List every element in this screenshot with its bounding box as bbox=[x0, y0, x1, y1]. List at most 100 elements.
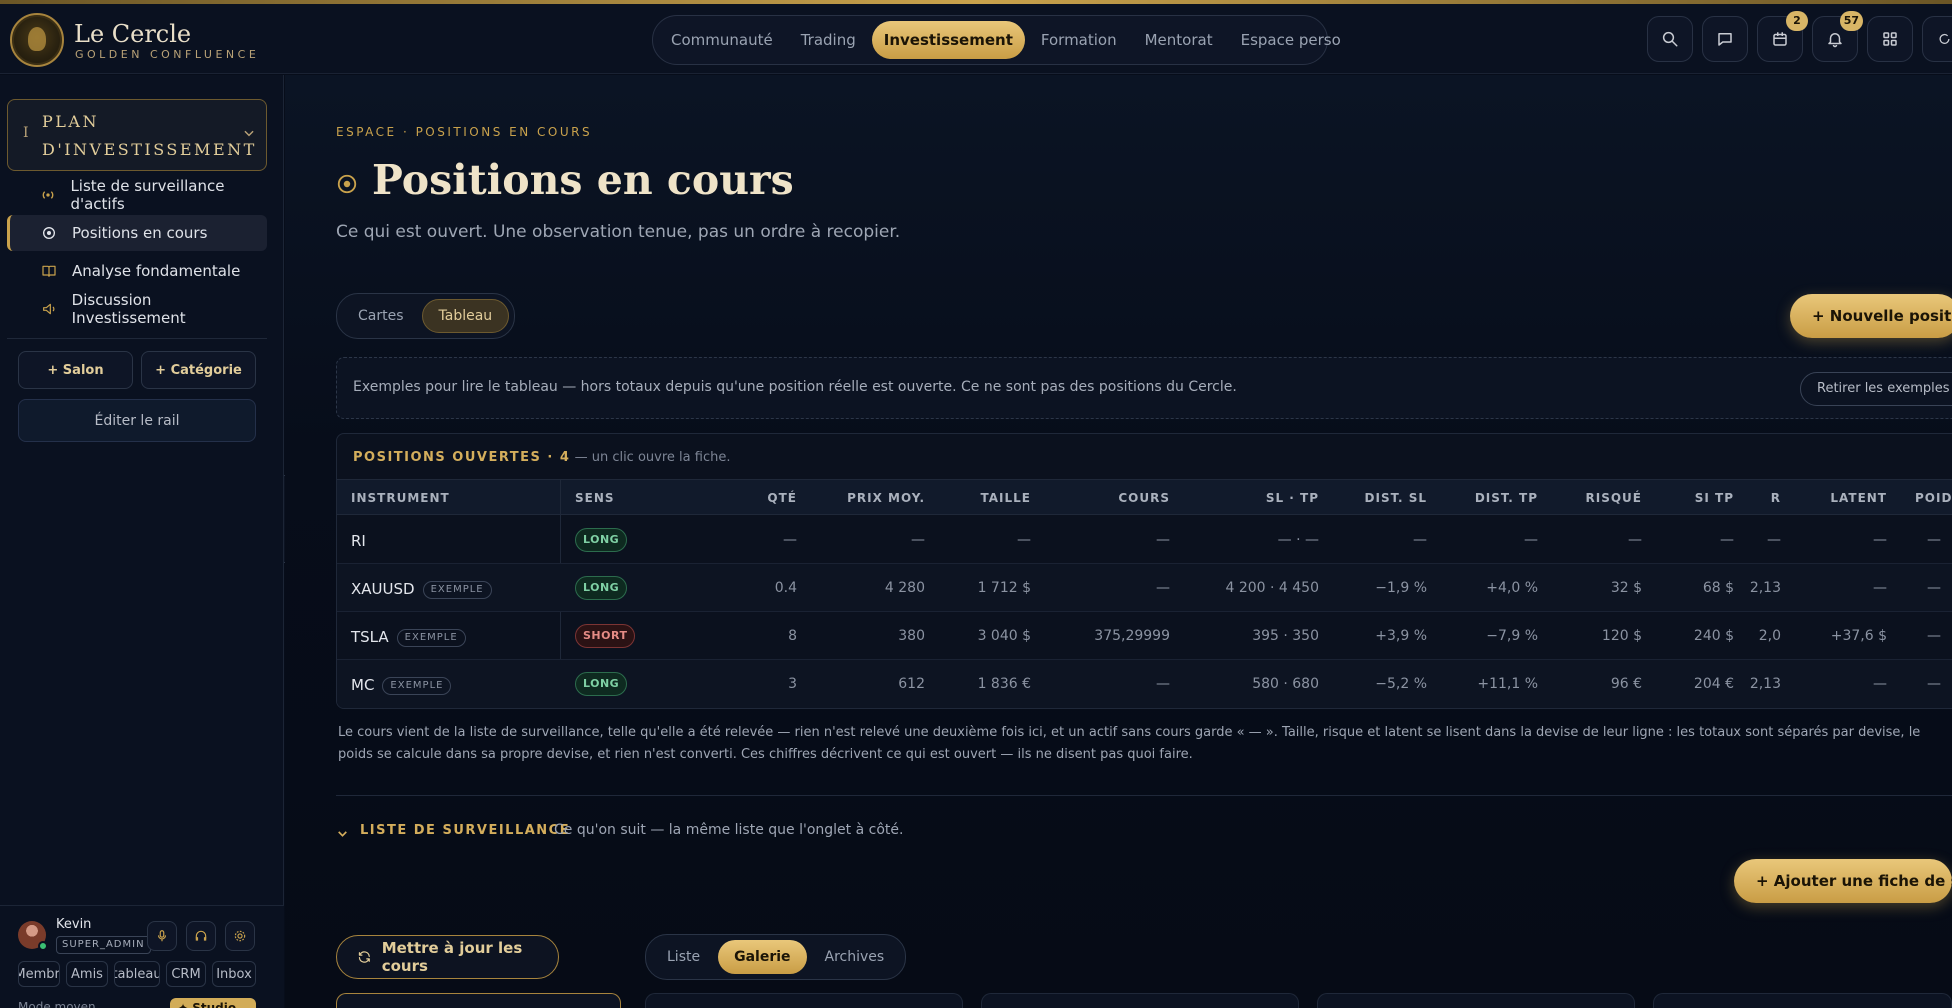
watchlist-title[interactable]: LISTE DE SURVEILLANCE bbox=[360, 823, 570, 838]
cell-cours: — bbox=[1156, 532, 1170, 548]
online-status-dot bbox=[38, 941, 48, 951]
direction-pill: LONG bbox=[575, 672, 628, 696]
watch-card[interactable] bbox=[981, 993, 1299, 1008]
cell-latent: — bbox=[1873, 676, 1887, 692]
cell-qte: — bbox=[783, 532, 797, 548]
column-header[interactable]: SENS bbox=[575, 491, 615, 505]
top-bar: Le Cercle GOLDEN CONFLUENCE Communauté T… bbox=[0, 4, 1952, 74]
tab-espace-perso[interactable]: Espace perso bbox=[1229, 21, 1353, 59]
column-header[interactable]: DIST. TP bbox=[1475, 491, 1538, 505]
watchlist-subtitle: Ce qu'on suit — la même liste que l'ongl… bbox=[554, 822, 904, 838]
sidebar-item-discussion[interactable]: Discussion Investissement bbox=[7, 291, 267, 327]
main-content: ESPACE · POSITIONS EN COURS Positions en… bbox=[285, 75, 1952, 1008]
cell-sltp: 4 200 · 4 450 bbox=[1225, 580, 1319, 596]
chip-inbox[interactable]: Inbox bbox=[212, 961, 256, 987]
column-header[interactable]: DIST. SL bbox=[1365, 491, 1427, 505]
watchlist-view-toggle: Liste Galerie Archives bbox=[645, 934, 907, 980]
notifications-button[interactable]: 57 bbox=[1812, 11, 1863, 62]
bell-icon bbox=[1828, 33, 1842, 48]
user-role-badge: SUPER_ADMIN bbox=[56, 936, 151, 954]
table-row[interactable]: MC EXEMPLE LONG 3 612 1 836 € — 580 · 680… bbox=[337, 660, 1952, 708]
refresh-button[interactable] bbox=[1922, 16, 1952, 62]
update-prices-label: Mettre à jour les cours bbox=[381, 939, 523, 975]
edit-rail-button[interactable]: Éditer le rail bbox=[18, 399, 256, 442]
page-subtitle: Ce qui est ouvert. Une observation tenue… bbox=[336, 222, 901, 242]
watch-card[interactable] bbox=[1317, 993, 1635, 1008]
add-watch-card-button[interactable]: + Ajouter une fiche de suivi bbox=[1734, 859, 1952, 903]
view-galerie[interactable]: Galerie bbox=[718, 940, 807, 974]
column-header[interactable]: POIDS bbox=[1915, 491, 1952, 505]
tab-investissement[interactable]: Investissement bbox=[871, 21, 1025, 59]
column-header[interactable]: PRIX MOY. bbox=[847, 491, 925, 505]
column-header[interactable]: LATENT bbox=[1830, 491, 1887, 505]
cell-si-tp: 68 $ bbox=[1702, 580, 1734, 596]
chip-membre[interactable]: Membre bbox=[18, 961, 60, 987]
cell-prix: — bbox=[911, 532, 925, 548]
sidebar-item-watchlist[interactable]: Liste de surveillance d'actifs bbox=[7, 177, 267, 213]
column-header[interactable]: TAILLE bbox=[981, 491, 1032, 505]
tab-communaute[interactable]: Communauté bbox=[659, 21, 785, 59]
mode-label[interactable]: Mode moyen bbox=[18, 1000, 96, 1008]
view-tableau[interactable]: Tableau bbox=[421, 299, 510, 333]
column-header[interactable]: QTÉ bbox=[767, 491, 797, 505]
view-archives[interactable]: Archives bbox=[809, 940, 901, 974]
view-toggle: Cartes Tableau bbox=[336, 293, 516, 339]
calendar-button[interactable]: 2 bbox=[1757, 11, 1808, 62]
cell-cours: — bbox=[1156, 580, 1170, 596]
user-name: Kevin bbox=[56, 917, 92, 932]
headphones-button[interactable] bbox=[186, 921, 216, 951]
tab-formation[interactable]: Formation bbox=[1029, 21, 1129, 59]
tab-trading[interactable]: Trading bbox=[789, 21, 868, 59]
example-tag: EXEMPLE bbox=[422, 581, 492, 599]
cell-instrument: RI bbox=[351, 532, 366, 550]
chip-tableau[interactable]: tableau bbox=[114, 961, 160, 987]
table-row[interactable]: TSLA EXEMPLE SHORT 8 380 3 040 $ 375,2999… bbox=[337, 612, 1952, 660]
sidebar-item-positions[interactable]: Positions en cours bbox=[7, 215, 267, 251]
cell-risque: 96 € bbox=[1610, 676, 1642, 692]
target-icon bbox=[337, 174, 357, 194]
new-position-button[interactable]: + Nouvelle position bbox=[1790, 294, 1952, 338]
cell-poids: — bbox=[1927, 532, 1941, 548]
mic-button[interactable] bbox=[147, 921, 177, 951]
column-header[interactable]: INSTRUMENT bbox=[351, 491, 450, 505]
cell-prix: 612 bbox=[898, 676, 925, 692]
cell-dist-tp: — bbox=[1524, 532, 1538, 548]
cell-risque: 32 $ bbox=[1610, 580, 1642, 596]
brand-logo[interactable] bbox=[10, 13, 64, 67]
watch-card[interactable] bbox=[645, 993, 963, 1008]
view-liste[interactable]: Liste bbox=[651, 940, 716, 974]
example-tag: EXEMPLE bbox=[382, 677, 452, 695]
plan-selector[interactable]: I PLAN D'INVESTISSEMENT bbox=[7, 99, 267, 171]
studio-button[interactable]: ✦ Studio bbox=[170, 998, 256, 1008]
sidebar-item-analyse[interactable]: Analyse fondamentale bbox=[7, 253, 267, 289]
cell-r: 2,0 bbox=[1758, 628, 1781, 644]
column-header[interactable]: R bbox=[1771, 491, 1781, 505]
update-prices-button[interactable]: Mettre à jour les cours bbox=[336, 935, 559, 979]
direction-pill: SHORT bbox=[575, 624, 636, 648]
table-row[interactable]: XAUUSD EXEMPLE LONG 0.4 4 280 1 712 $ — 4… bbox=[337, 564, 1952, 612]
cell-poids: — bbox=[1927, 628, 1941, 644]
column-header[interactable]: RISQUÉ bbox=[1586, 491, 1643, 505]
apps-button[interactable] bbox=[1867, 16, 1913, 62]
search-button[interactable] bbox=[1647, 16, 1693, 62]
view-cartes[interactable]: Cartes bbox=[342, 299, 420, 333]
watch-card[interactable] bbox=[1653, 993, 1952, 1008]
cell-latent: — bbox=[1873, 580, 1887, 596]
speaker-icon bbox=[42, 303, 55, 315]
column-header[interactable]: SL · TP bbox=[1266, 491, 1319, 505]
messages-button[interactable] bbox=[1702, 16, 1748, 62]
settings-button[interactable] bbox=[225, 921, 255, 951]
chevron-down-icon[interactable] bbox=[336, 827, 349, 840]
add-category-button[interactable]: + Catégorie bbox=[141, 351, 256, 389]
chip-amis[interactable]: Amis bbox=[66, 961, 108, 987]
calendar-badge: 2 bbox=[1786, 11, 1808, 31]
table-row[interactable]: RI LONG — — — — — · — — — — — — — — bbox=[337, 516, 1952, 564]
watch-card[interactable] bbox=[336, 993, 621, 1008]
chip-crm[interactable]: CRM bbox=[166, 961, 206, 987]
remove-examples-button[interactable]: Retirer les exemples bbox=[1800, 372, 1952, 406]
cell-prix: 380 bbox=[898, 628, 925, 644]
column-header[interactable]: SI TP bbox=[1695, 491, 1734, 505]
add-salon-button[interactable]: + Salon bbox=[18, 351, 133, 389]
tab-mentorat[interactable]: Mentorat bbox=[1133, 21, 1225, 59]
column-header[interactable]: COURS bbox=[1118, 491, 1170, 505]
